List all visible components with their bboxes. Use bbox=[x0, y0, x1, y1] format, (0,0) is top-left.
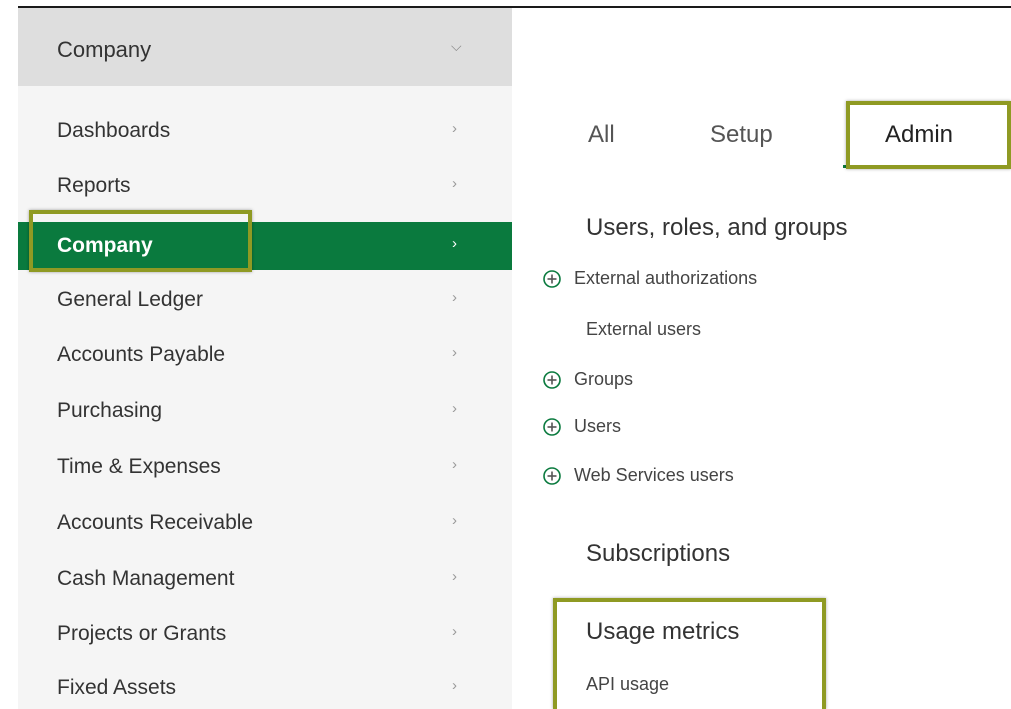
sidebar-item-label: Accounts Receivable bbox=[57, 511, 254, 534]
section-title-users-roles-groups: Users, roles, and groups bbox=[586, 214, 848, 241]
menu-link-api-usage[interactable]: API usage bbox=[586, 674, 669, 695]
sidebar-item-company[interactable]: Company › bbox=[18, 222, 512, 270]
sidebar-item-purchasing[interactable]: Purchasing › bbox=[18, 391, 512, 431]
tab-setup[interactable]: Setup bbox=[710, 121, 773, 149]
tab-admin[interactable]: Admin bbox=[885, 121, 953, 149]
chevron-right-icon: › bbox=[452, 456, 457, 473]
chevron-right-icon: › bbox=[452, 289, 457, 306]
menu-link-external-users[interactable]: External users bbox=[586, 319, 701, 340]
plus-circle-icon[interactable] bbox=[542, 370, 562, 390]
menu-link-users[interactable]: Users bbox=[542, 416, 621, 437]
chevron-right-icon: › bbox=[452, 120, 457, 137]
menu-link-label: Web Services users bbox=[574, 465, 734, 485]
sidebar-item-projects-grants[interactable]: Projects or Grants › bbox=[18, 614, 512, 654]
sidebar-item-label: Company bbox=[57, 234, 153, 257]
active-tab-indicator bbox=[843, 165, 1011, 168]
sidebar-item-reports[interactable]: Reports › bbox=[18, 166, 512, 206]
sidebar-item-label: Purchasing bbox=[57, 399, 163, 422]
plus-circle-icon[interactable] bbox=[542, 269, 562, 289]
chevron-right-icon: › bbox=[452, 623, 457, 640]
sidebar: Company ⌵ Dashboards › Reports › Company… bbox=[18, 8, 512, 709]
sidebar-item-label: Dashboards bbox=[57, 119, 171, 142]
sidebar-item-label: Time & Expenses bbox=[57, 455, 221, 478]
sidebar-item-accounts-payable[interactable]: Accounts Payable › bbox=[18, 335, 512, 375]
menu-link-web-services-users[interactable]: Web Services users bbox=[542, 465, 734, 486]
sidebar-item-fixed-assets[interactable]: Fixed Assets › bbox=[18, 668, 512, 708]
sidebar-item-label: Reports bbox=[57, 174, 131, 197]
plus-circle-icon[interactable] bbox=[542, 417, 562, 437]
plus-circle-icon[interactable] bbox=[542, 466, 562, 486]
sidebar-item-time-expenses[interactable]: Time & Expenses › bbox=[18, 447, 512, 487]
sidebar-item-label: Fixed Assets bbox=[57, 676, 177, 699]
chevron-right-icon: › bbox=[452, 677, 457, 694]
chevron-right-icon: › bbox=[452, 568, 457, 585]
chevron-right-icon: › bbox=[452, 400, 457, 417]
menu-link-external-authorizations[interactable]: External authorizations bbox=[542, 268, 757, 289]
section-title-subscriptions: Subscriptions bbox=[586, 540, 731, 567]
main-panel: All Setup Admin Users, roles, and groups… bbox=[512, 8, 1011, 709]
sidebar-item-label: Accounts Payable bbox=[57, 343, 226, 366]
sidebar-item-dashboards[interactable]: Dashboards › bbox=[18, 111, 512, 151]
top-border bbox=[0, 0, 1011, 8]
chevron-right-icon: › bbox=[452, 344, 457, 361]
sidebar-header-label: Company bbox=[57, 37, 152, 62]
menu-link-label: Users bbox=[574, 416, 622, 436]
chevron-right-icon: › bbox=[452, 175, 457, 192]
sidebar-item-accounts-receivable[interactable]: Accounts Receivable › bbox=[18, 503, 512, 543]
menu-link-groups[interactable]: Groups bbox=[542, 369, 633, 390]
sidebar-module-selector[interactable]: Company ⌵ bbox=[18, 8, 512, 86]
chevron-down-icon: ⌵ bbox=[451, 38, 462, 54]
tab-bar: All Setup Admin bbox=[512, 8, 1011, 178]
menu-link-label: Groups bbox=[574, 369, 634, 389]
menu-link-label: External authorizations bbox=[574, 268, 758, 288]
sidebar-item-general-ledger[interactable]: General Ledger › bbox=[18, 280, 512, 320]
section-title-usage-metrics: Usage metrics bbox=[586, 618, 740, 645]
chevron-right-icon: › bbox=[452, 235, 457, 252]
menu-link-label: External users bbox=[586, 319, 702, 339]
sidebar-item-label: General Ledger bbox=[57, 288, 203, 311]
chevron-right-icon: › bbox=[452, 512, 457, 529]
sidebar-item-cash-management[interactable]: Cash Management › bbox=[18, 559, 512, 599]
tab-all[interactable]: All bbox=[588, 121, 615, 149]
sidebar-item-label: Projects or Grants bbox=[57, 622, 227, 645]
sidebar-item-label: Cash Management bbox=[57, 567, 235, 590]
menu-link-label: API usage bbox=[586, 674, 670, 694]
